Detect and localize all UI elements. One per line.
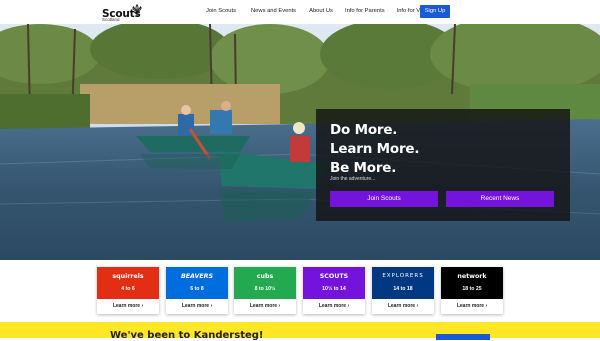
banner-title: We've been to Kandersteg!	[110, 330, 264, 341]
nav-join-scouts[interactable]: Join Scouts	[206, 8, 236, 14]
headline-line-3: Be More.	[330, 160, 397, 176]
site-header: Scouts Scotland Join Scouts News and Eve…	[0, 0, 600, 24]
explorers-age: 14 to 18	[393, 286, 413, 292]
sections-row: squirrels 4 to 6 Learn more › BEAVERS 6 …	[0, 262, 600, 322]
scouts-header: SCOUTS 10½ to 14	[303, 267, 365, 299]
scouts-section-logo: SCOUTS	[319, 273, 349, 280]
section-card-network[interactable]: network 18 to 25 Learn more ›	[441, 267, 503, 314]
hero-section: Do More. Learn More. Be More. Join the a…	[0, 24, 600, 260]
learn-more-link[interactable]: Learn more ›	[372, 303, 434, 309]
kandersteg-banner: We've been to Kandersteg!	[0, 322, 600, 341]
join-scouts-button[interactable]: Join Scouts	[330, 191, 438, 207]
logo-subtitle: Scotland	[102, 17, 120, 22]
explorers-logo: EXPLORERS	[382, 273, 424, 279]
cubs-logo: cubs	[256, 273, 274, 280]
section-card-cubs[interactable]: cubs 8 to 10½ Learn more ›	[234, 267, 296, 314]
network-header: network 18 to 25	[441, 267, 503, 299]
explorers-header: EXPLORERS 14 to 18	[372, 267, 434, 299]
squirrels-logo: squirrels	[112, 273, 144, 280]
cubs-header: cubs 8 to 10½	[234, 267, 296, 299]
section-card-explorers[interactable]: EXPLORERS 14 to 18 Learn more ›	[372, 267, 434, 314]
section-card-squirrels[interactable]: squirrels 4 to 6 Learn more ›	[97, 267, 159, 314]
beavers-age: 6 to 8	[190, 286, 204, 292]
beavers-logo: BEAVERS	[180, 273, 214, 280]
learn-more-link[interactable]: Learn more ›	[97, 303, 159, 309]
learn-more-link[interactable]: Learn more ›	[441, 303, 503, 309]
network-age: 18 to 25	[462, 286, 482, 292]
section-card-scouts[interactable]: SCOUTS 10½ to 14 Learn more ›	[303, 267, 365, 314]
cubs-age: 8 to 10½	[254, 286, 276, 292]
banner-button[interactable]	[436, 334, 490, 340]
hero-panel: Do More. Learn More. Be More. Join the a…	[316, 109, 570, 221]
section-card-beavers[interactable]: BEAVERS 6 to 8 Learn more ›	[166, 267, 228, 314]
network-logo: network	[457, 273, 487, 280]
fleur-de-lis-icon	[132, 4, 142, 17]
sign-up-button[interactable]: Sign Up	[420, 5, 450, 18]
headline-line-1: Do More.	[330, 122, 398, 138]
squirrels-header: squirrels 4 to 6	[97, 267, 159, 299]
scouts-age: 10½ to 14	[322, 286, 346, 292]
hero-tagline: Join the adventure...	[330, 176, 376, 182]
nav-info-parents[interactable]: Info for Parents	[345, 8, 385, 14]
squirrels-age: 4 to 6	[121, 286, 135, 292]
learn-more-link[interactable]: Learn more ›	[303, 303, 365, 309]
nav-news-events[interactable]: News and Events	[251, 8, 296, 14]
hero-headline: Do More. Learn More. Be More.	[330, 121, 419, 178]
recent-news-button[interactable]: Recent News	[446, 191, 554, 207]
nav-about-us[interactable]: About Us	[309, 8, 333, 14]
learn-more-link[interactable]: Learn more ›	[166, 303, 228, 309]
learn-more-link[interactable]: Learn more ›	[234, 303, 296, 309]
beavers-header: BEAVERS 6 to 8	[166, 267, 228, 299]
main-nav: Join Scouts News and Events About Us Inf…	[206, 8, 444, 14]
headline-line-2: Learn More.	[330, 141, 420, 157]
